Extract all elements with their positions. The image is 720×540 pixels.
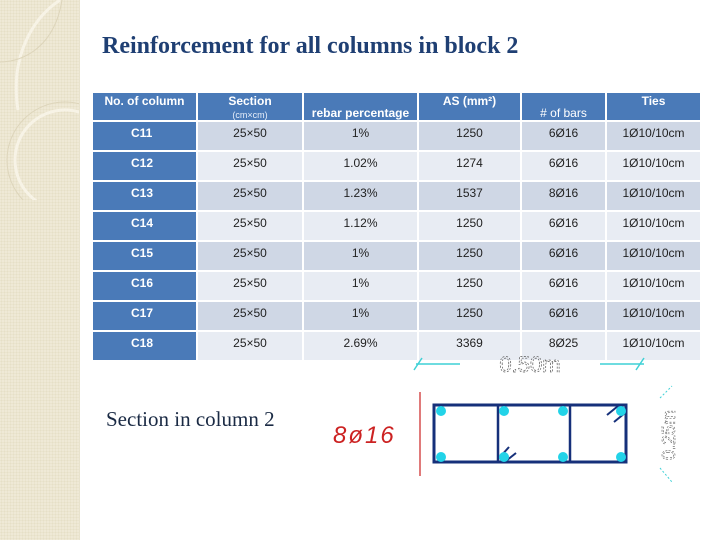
cell-rebar-percentage: 1.12% [304,212,417,240]
cell-bars: 6Ø16 [522,272,605,300]
column-section-drawing: 0.50m 0.25m [413,352,679,483]
rebar-dot [558,452,568,462]
cell-ties: 1Ø10/10cm [607,302,700,330]
page-title: Reinforcement for all columns in block 2 [102,33,519,59]
header-as-label: AS (mm²) [442,94,497,108]
cell-as: 1250 [419,122,520,150]
cell-rebar-percentage: 1% [304,302,417,330]
cell-bars: 6Ø16 [522,302,605,330]
table-row: C13 25×50 1.23% 1537 8Ø16 1Ø10/10cm [93,182,700,210]
cell-bars: 8Ø16 [522,182,605,210]
cell-column: C17 [93,302,196,330]
height-dimension-tick-bottom [659,467,673,483]
height-dimension-tick-top [659,385,673,399]
header-ties-label: Ties [641,94,666,108]
table-row: C15 25×50 1% 1250 6Ø16 1Ø10/10cm [93,242,700,270]
section-caption: Section in column 2 [106,407,275,431]
header-section: Section (cm×cm) [198,93,302,120]
width-dimension-label: 0.50m [499,352,560,377]
cell-section: 25×50 [198,332,302,360]
table-row: C16 25×50 1% 1250 6Ø16 1Ø10/10cm [93,272,700,300]
cell-ties: 1Ø10/10cm [607,242,700,270]
height-dimension-label: 0.25m [659,410,679,460]
cell-column: C15 [93,242,196,270]
side-band-divider [79,0,80,540]
cell-bars: 6Ø16 [522,152,605,180]
cell-column: C11 [93,122,196,150]
cell-column: C16 [93,272,196,300]
header-ties: Ties [607,93,700,120]
rebar-dot [499,406,509,416]
rebar-dot [499,452,509,462]
header-num-bars: # of bars [522,93,605,120]
table-row: C11 25×50 1% 1250 6Ø16 1Ø10/10cm [93,122,700,150]
cell-ties: 1Ø10/10cm [607,152,700,180]
cell-section: 25×50 [198,122,302,150]
rebar-dot [616,452,626,462]
header-as: AS (mm²) [419,93,520,120]
cell-rebar-percentage: 1% [304,122,417,150]
outer-stirrup [432,403,628,464]
rebar-dot [436,452,446,462]
cell-as: 1250 [419,242,520,270]
cell-bars: 6Ø16 [522,212,605,240]
cell-section: 25×50 [198,182,302,210]
cell-bars: 6Ø16 [522,242,605,270]
header-num-bars-label: # of bars [540,106,587,120]
cell-column: C14 [93,212,196,240]
reinforcement-table: No. of column Section (cm×cm) rebar perc… [91,91,702,362]
cell-rebar-percentage: 1.02% [304,152,417,180]
cell-section: 25×50 [198,212,302,240]
cell-as: 1250 [419,212,520,240]
cell-rebar-percentage: 1% [304,242,417,270]
header-rebar-percentage-label: rebar percentage [311,106,410,120]
table-row: C12 25×50 1.02% 1274 6Ø16 1Ø10/10cm [93,152,700,180]
cell-ties: 1Ø10/10cm [607,122,700,150]
cell-rebar-percentage: 1.23% [304,182,417,210]
header-section-unit: (cm×cm) [232,110,268,120]
rebar-dot [436,406,446,416]
header-section-label: Section [228,94,272,108]
cell-column: C12 [93,152,196,180]
cell-as: 1274 [419,152,520,180]
decorative-side-band [0,0,79,540]
cell-section: 25×50 [198,302,302,330]
rebar-dot [558,406,568,416]
table-row: C17 25×50 1% 1250 6Ø16 1Ø10/10cm [93,302,700,330]
cell-section: 25×50 [198,242,302,270]
cell-as: 1537 [419,182,520,210]
cell-column: C13 [93,182,196,210]
cell-as: 1250 [419,302,520,330]
cell-ties: 1Ø10/10cm [607,272,700,300]
cell-ties: 1Ø10/10cm [607,182,700,210]
header-rebar-percentage: rebar percentage [304,93,417,120]
decorative-swirl-icon [0,0,79,200]
cell-section: 25×50 [198,272,302,300]
cell-rebar-percentage: 1% [304,272,417,300]
rebar-dot [616,406,626,416]
cell-ties: 1Ø10/10cm [607,212,700,240]
cell-section: 25×50 [198,152,302,180]
bar-count-label: 8ø16 [333,422,396,449]
cell-rebar-percentage: 2.69% [304,332,417,360]
cell-bars: 6Ø16 [522,122,605,150]
table-row: C14 25×50 1.12% 1250 6Ø16 1Ø10/10cm [93,212,700,240]
cell-as: 1250 [419,272,520,300]
table-header-row: No. of column Section (cm×cm) rebar perc… [93,93,700,120]
cell-column: C18 [93,332,196,360]
header-no-of-column: No. of column [93,93,196,120]
header-no-of-column-label: No. of column [104,94,185,108]
